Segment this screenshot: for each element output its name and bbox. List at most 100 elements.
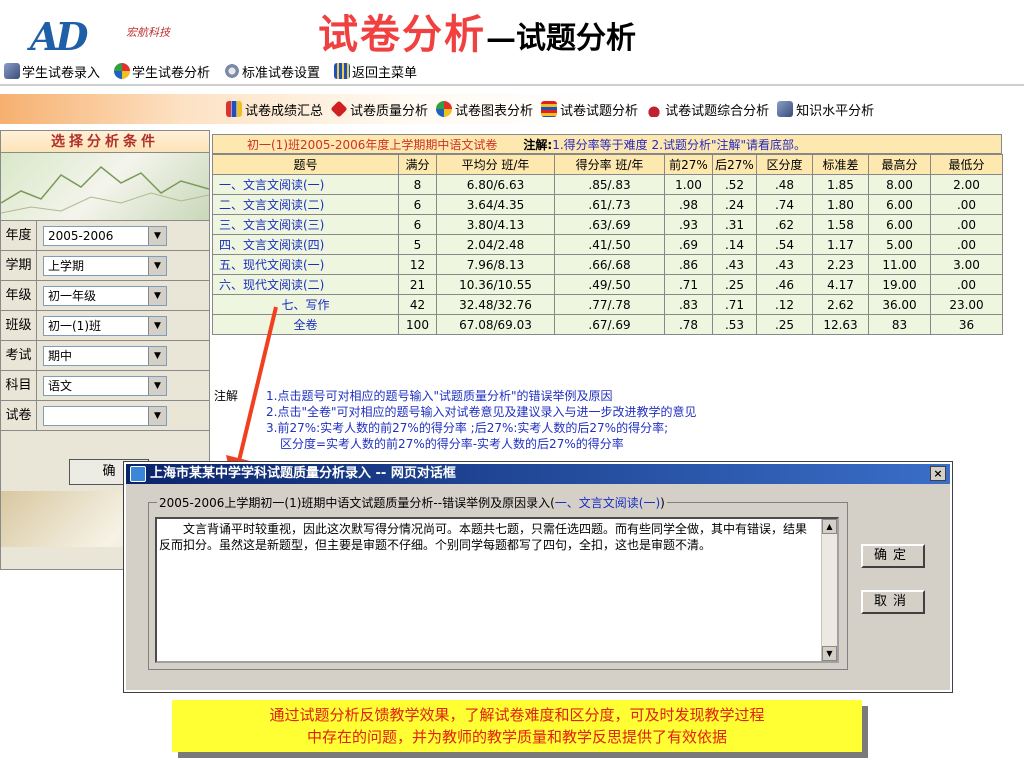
- table-cell: 2.62: [812, 294, 869, 315]
- settings-icon: [224, 63, 241, 79]
- table-cell: 6: [398, 194, 437, 215]
- chevron-down-icon[interactable]: ▼: [148, 286, 166, 305]
- table-cell: 6.80/6.63: [436, 174, 555, 195]
- question-link[interactable]: 三、文言文阅读(三): [212, 214, 399, 235]
- menu-standard-settings[interactable]: 标准试卷设置: [224, 62, 320, 81]
- table-cell: .00: [930, 274, 1003, 295]
- analysis-textarea[interactable]: 文言背诵平时较重视，因此这次默写得分情况尚可。本题共七题，只需任选四题。而有些同…: [155, 517, 839, 663]
- caption-box: 通过试题分析反馈教学效果，了解试卷难度和区分度，可及时发现教学过程 中存在的问题…: [172, 700, 862, 752]
- diamond-icon: [330, 100, 348, 118]
- filter-grade: 年级 初一年级 ▼: [1, 281, 209, 311]
- grade-select[interactable]: 初一年级 ▼: [43, 285, 167, 306]
- tab-quality-analysis[interactable]: 试卷质量分析: [330, 100, 428, 119]
- tab-label: 知识水平分析: [796, 103, 875, 119]
- table-cell: 32.48/32.76: [436, 294, 555, 315]
- bar-chart-icon: [226, 101, 242, 117]
- table-row: 三、文言文阅读(三) 6 3.80/4.13.63/.69.93.31.62 1.58…: [212, 214, 1003, 235]
- caption-line: 通过试题分析反馈教学效果，了解试卷难度和区分度，可及时发现教学过程: [269, 706, 765, 724]
- table-row: 六、现代文阅读(二) 21 10.36/10.55.49/.50.71.25.46 4…: [212, 274, 1003, 295]
- filter-panel-title: 选择分析条件: [1, 131, 209, 153]
- table-cell: 1.58: [812, 214, 869, 235]
- question-link[interactable]: 四、文言文阅读(四): [212, 234, 399, 255]
- note-line: 3.前27%:实考人数的前27%的得分率 ;后27%:实考人数的后27%的得分率…: [266, 421, 669, 435]
- menu-label: 标准试卷设置: [242, 65, 321, 81]
- menu-return-main[interactable]: 返回主菜单: [334, 62, 417, 81]
- table-cell: 21: [398, 274, 437, 295]
- tab-label: 试卷试题综合分析: [665, 103, 770, 119]
- table-cell: .61/.73: [554, 194, 665, 215]
- class-select[interactable]: 初一(1)班 ▼: [43, 315, 167, 336]
- table-row: 全卷 100 67.08/69.03.67/.69.78.53.25 12.63 83 3…: [212, 314, 1003, 335]
- ok-button[interactable]: 确定: [861, 544, 925, 568]
- scrollbar[interactable]: ▲ ▼: [821, 519, 837, 661]
- cap-icon: [646, 101, 663, 117]
- table-cell: 12: [398, 254, 437, 275]
- tab-question-analysis[interactable]: 试卷试题分析: [541, 100, 638, 119]
- data-table: 题号 满分 平均分 班/年 得分率 班/年 前27% 后27% 区分度 标准差 …: [212, 154, 1003, 335]
- table-cell: 3.64/4.35: [436, 194, 555, 215]
- chevron-down-icon[interactable]: ▼: [148, 406, 166, 425]
- tab-chart-analysis[interactable]: 试卷图表分析: [436, 100, 533, 119]
- scroll-down-icon[interactable]: ▼: [822, 646, 837, 661]
- grid-icon: [334, 63, 351, 79]
- table-cell: 8.00: [868, 174, 931, 195]
- select-value: 上学期: [48, 258, 85, 273]
- filter-label: 学期: [1, 251, 37, 280]
- menu-student-analysis[interactable]: 学生试卷分析: [114, 62, 210, 81]
- entry-dialog: 上海市某某中学学科试题质量分析录入 -- 网页对话框 × 2005-2006上学…: [123, 461, 953, 693]
- table-icon: [541, 101, 558, 117]
- page-title: 试卷分析—试题分析: [318, 2, 636, 58]
- question-link[interactable]: 六、现代文阅读(二): [212, 274, 399, 295]
- table-cell: .53: [712, 314, 757, 335]
- menu-student-entry[interactable]: 学生试卷录入: [4, 62, 100, 81]
- column-header: 前27%: [664, 154, 713, 175]
- close-icon[interactable]: ×: [930, 466, 946, 481]
- filter-term: 学期 上学期 ▼: [1, 251, 209, 281]
- logo-mark: AD: [30, 14, 88, 59]
- table-row: 七、写作 42 32.48/32.76.77/.78.83.71.12 2.62 36.…: [212, 294, 1003, 315]
- table-cell: .00: [930, 194, 1003, 215]
- table-cell: .43: [756, 254, 813, 275]
- tab-label: 试卷图表分析: [455, 103, 534, 119]
- cancel-button[interactable]: 取消: [861, 590, 925, 614]
- table-cell: 6.00: [868, 194, 931, 215]
- browser-icon: [130, 466, 146, 482]
- table-cell: .12: [756, 294, 813, 315]
- question-link[interactable]: 二、文言文阅读(二): [212, 194, 399, 215]
- chevron-down-icon[interactable]: ▼: [148, 256, 166, 275]
- tab-comprehensive-analysis[interactable]: 试卷试题综合分析: [646, 100, 769, 119]
- dialog-legend: 2005-2006上学期初一(1)班期中语文试题质量分析--错误举例及原因录入(…: [157, 494, 667, 511]
- scroll-up-icon[interactable]: ▲: [822, 519, 837, 534]
- chevron-down-icon[interactable]: ▼: [148, 346, 166, 365]
- year-select[interactable]: 2005-2006 ▼: [43, 225, 167, 246]
- legend-item: 一、文言文阅读(一): [554, 496, 661, 510]
- chevron-down-icon[interactable]: ▼: [148, 226, 166, 245]
- table-cell: .00: [930, 214, 1003, 235]
- question-link[interactable]: 一、文言文阅读(一): [212, 174, 399, 195]
- table-cell: 42: [398, 294, 437, 315]
- exam-select[interactable]: 期中 ▼: [43, 345, 167, 366]
- subject-select[interactable]: 语文 ▼: [43, 375, 167, 396]
- term-select[interactable]: 上学期 ▼: [43, 255, 167, 276]
- table-cell: 10.36/10.55: [436, 274, 555, 295]
- table-cell: 2.00: [930, 174, 1003, 195]
- question-link[interactable]: 五、现代文阅读(一): [212, 254, 399, 275]
- tab-score-summary[interactable]: 试卷成绩汇总: [226, 100, 323, 119]
- table-cell: .31: [712, 214, 757, 235]
- column-header: 满分: [398, 154, 437, 175]
- table-cell: 12.63: [812, 314, 869, 335]
- chevron-down-icon[interactable]: ▼: [148, 376, 166, 395]
- select-value: 2005-2006: [48, 228, 114, 243]
- table-cell: .24: [712, 194, 757, 215]
- chevron-down-icon[interactable]: ▼: [148, 316, 166, 335]
- column-header: 区分度: [756, 154, 813, 175]
- table-cell: 1.85: [812, 174, 869, 195]
- decorative-image: [1, 153, 209, 221]
- table-row: 二、文言文阅读(二) 6 3.64/4.35.61/.73.98.24.74 1.80…: [212, 194, 1003, 215]
- tab-knowledge-analysis[interactable]: 知识水平分析: [777, 100, 874, 119]
- paper-select[interactable]: ▼: [43, 405, 167, 426]
- table-cell: .66/.68: [554, 254, 665, 275]
- table-cell: 6.00: [868, 214, 931, 235]
- note-text: 1.得分率等于难度 2.试题分析"注解"请看底部。: [552, 138, 806, 152]
- column-header: 最高分: [868, 154, 931, 175]
